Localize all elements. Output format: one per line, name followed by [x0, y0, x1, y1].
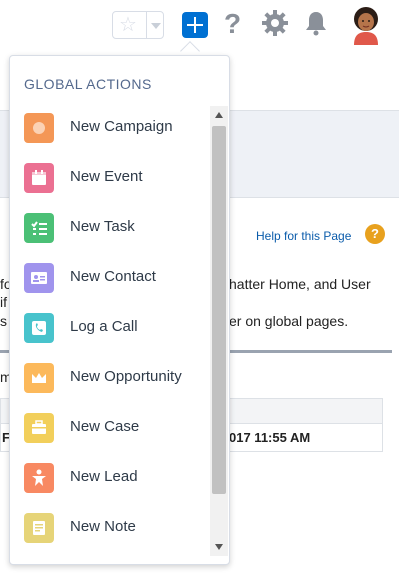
- global-actions-plus-icon[interactable]: [182, 12, 208, 38]
- lead-person-icon: [24, 463, 54, 493]
- menu-item-new-case[interactable]: New Case: [10, 403, 210, 453]
- crown-icon: [24, 363, 54, 393]
- divider: [146, 12, 147, 38]
- menu-title: GLOBAL ACTIONS: [24, 76, 152, 92]
- menu-item-label: Log a Call: [70, 318, 138, 335]
- global-actions-menu: GLOBAL ACTIONS New Campaign New Event Ne…: [9, 55, 230, 565]
- page-text-fragment: if: [0, 294, 7, 310]
- menu-item-label: New Lead: [70, 468, 138, 485]
- menu-item-label: New Opportunity: [70, 368, 182, 385]
- menu-item-new-campaign[interactable]: New Campaign: [10, 103, 210, 153]
- page-text-line-1: hatter Home, and User: [229, 276, 371, 292]
- campaign-icon: [24, 113, 54, 143]
- case-briefcase-icon: [24, 413, 54, 443]
- scrollbar-thumb[interactable]: [212, 126, 226, 494]
- bell-icon[interactable]: [304, 10, 328, 36]
- help-badge-icon[interactable]: ?: [365, 224, 385, 244]
- menu-item-label: New Task: [70, 218, 135, 235]
- menu-item-new-contact[interactable]: New Contact: [10, 253, 210, 303]
- global-header: ☆ ?: [0, 0, 399, 50]
- menu-item-new-opportunity[interactable]: New Opportunity: [10, 353, 210, 403]
- scroll-up-arrow-icon[interactable]: [215, 112, 223, 118]
- menu-item-label: New Case: [70, 418, 140, 435]
- phone-icon: [24, 313, 54, 343]
- menu-item-new-note[interactable]: New Note: [10, 503, 210, 553]
- menu-item-label: New Campaign: [70, 118, 173, 135]
- help-for-page-link[interactable]: Help for this Page: [256, 229, 351, 243]
- page-text-line-2: er on global pages.: [229, 313, 349, 329]
- menu-item-label: New Note: [70, 518, 136, 535]
- menu-item-new-lead[interactable]: New Lead: [10, 453, 210, 503]
- chevron-down-icon[interactable]: [151, 23, 161, 29]
- menu-item-new-event[interactable]: New Event: [10, 153, 210, 203]
- calendar-icon: [24, 163, 54, 193]
- star-icon: ☆: [119, 14, 137, 36]
- menu-item-new-task[interactable]: New Task: [10, 203, 210, 253]
- favorites-button[interactable]: ☆: [112, 11, 164, 39]
- note-icon: [24, 513, 54, 543]
- scroll-down-arrow-icon[interactable]: [215, 544, 223, 550]
- menu-item-label: New Event: [70, 168, 143, 185]
- menu-item-label: New Contact: [70, 268, 156, 285]
- menu-item-log-a-call[interactable]: Log a Call: [10, 303, 210, 353]
- task-list-icon: [24, 213, 54, 243]
- question-icon[interactable]: ?: [224, 7, 241, 41]
- contact-card-icon: [24, 263, 54, 293]
- menu-scrollbar[interactable]: [210, 106, 228, 556]
- gear-icon[interactable]: [260, 8, 290, 38]
- user-avatar[interactable]: [348, 5, 384, 45]
- table-cell-date: 017 11:55 AM: [229, 430, 311, 445]
- page-text-fragment: s: [0, 313, 7, 329]
